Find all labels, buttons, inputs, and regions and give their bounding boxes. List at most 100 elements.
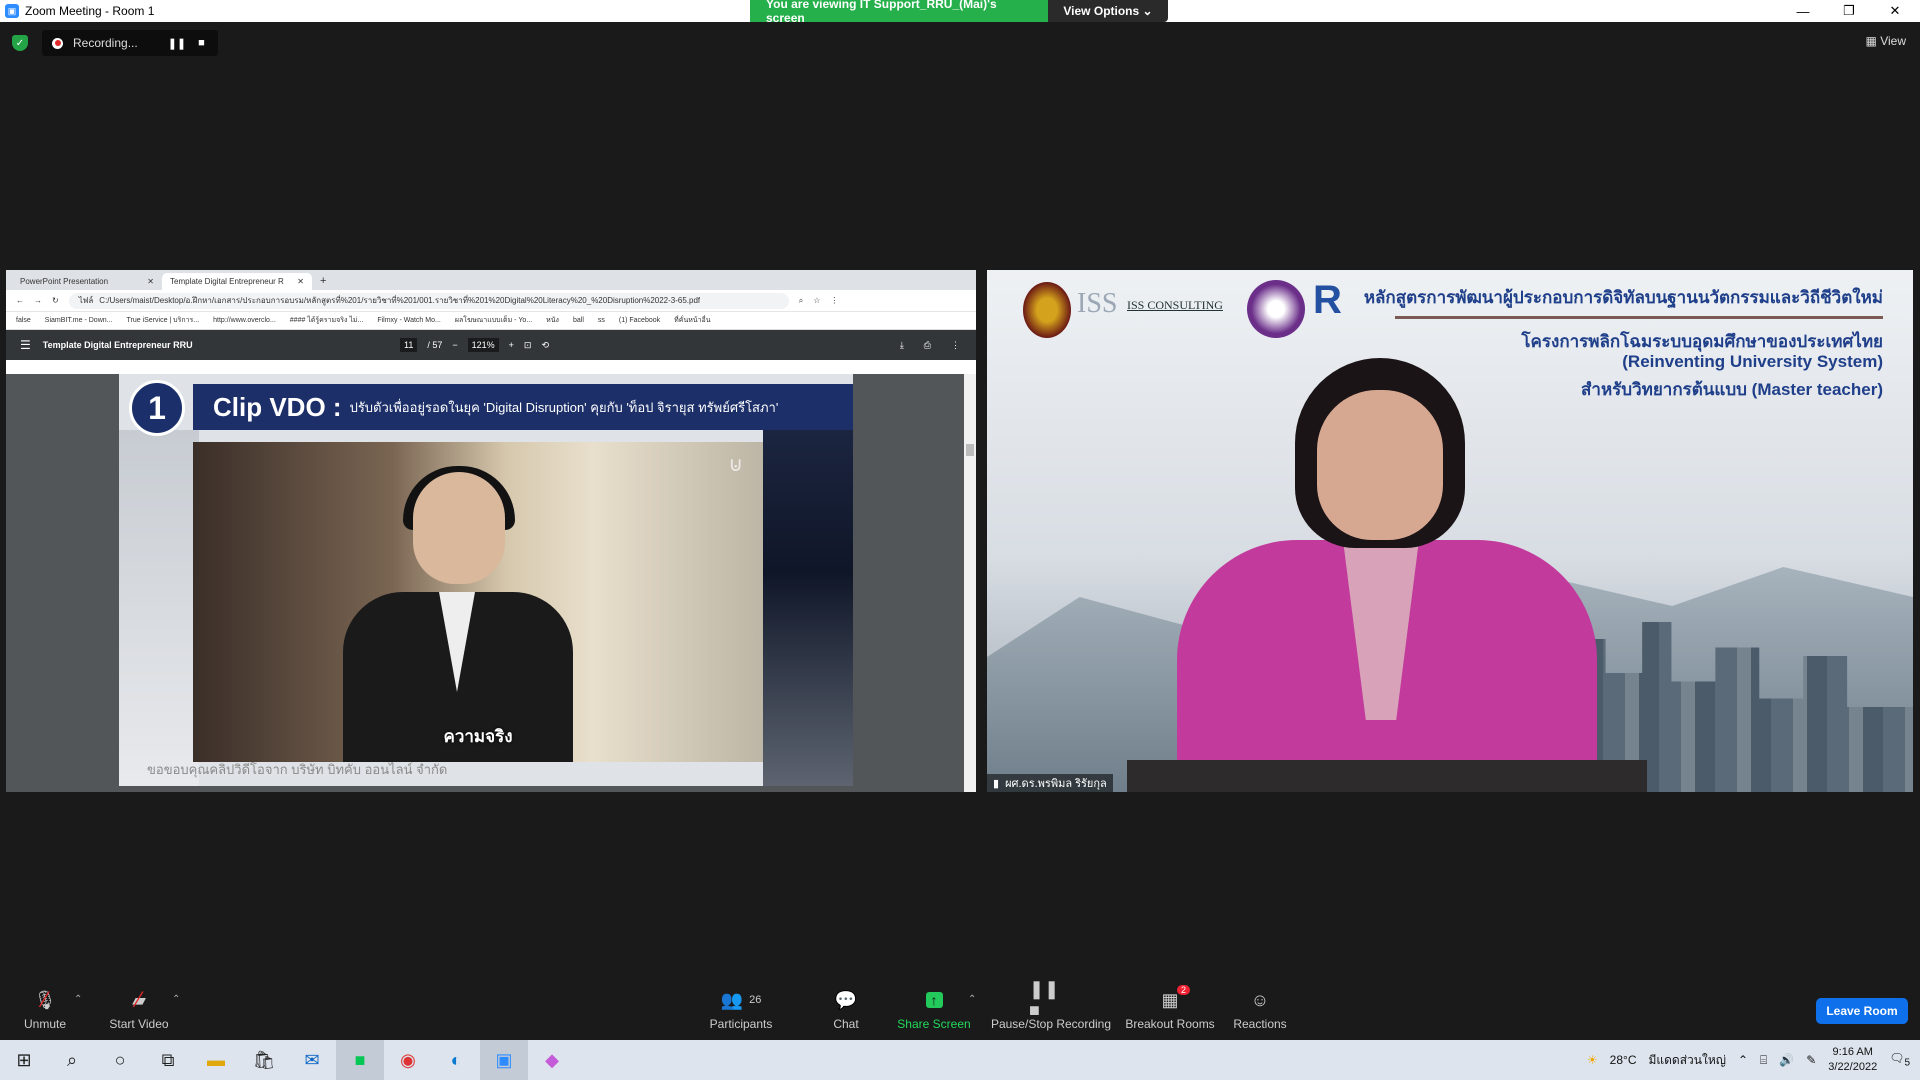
bookmark-item[interactable]: Filmxy - Watch Mo...: [377, 317, 441, 324]
bookmark-item[interactable]: false: [16, 317, 31, 324]
bookmark-item[interactable]: ผลโฆษณาแบบเต็ม - Yo...: [455, 315, 532, 326]
view-button[interactable]: ▦ View: [1866, 34, 1906, 48]
close-icon[interactable]: ✕: [297, 277, 304, 286]
view-options-button[interactable]: View Options ⌄: [1048, 0, 1168, 22]
embedded-video[interactable]: ⊍ ความจริง: [193, 442, 763, 762]
forward-icon[interactable]: →: [34, 296, 42, 305]
bookmark-item[interactable]: ที่คั่นหน้าอื่น: [674, 315, 710, 326]
banner-divider: [1395, 316, 1883, 319]
mail-icon[interactable]: ✉: [288, 1040, 336, 1080]
zoom-out-icon[interactable]: −: [452, 340, 457, 350]
volume-icon[interactable]: 🔊: [1779, 1053, 1794, 1067]
speaker-video[interactable]: ISS ISS CONSULTING R หลักสูตรการพัฒนาผู้…: [987, 270, 1913, 792]
breakout-rooms-button[interactable]: ▦ 2 Breakout Rooms: [1124, 980, 1216, 1040]
reactions-button[interactable]: ☺ Reactions: [1232, 980, 1288, 1040]
rotate-icon[interactable]: ⟲: [541, 340, 549, 351]
minimize-button[interactable]: —: [1780, 0, 1826, 22]
task-view-icon[interactable]: ⧉: [144, 1040, 192, 1080]
zoom-taskbar-icon[interactable]: ▣: [480, 1040, 528, 1080]
unmute-button[interactable]: 🎙 ⁄ Unmute: [20, 980, 70, 1040]
pdf-scrollbar[interactable]: [964, 374, 976, 792]
print-icon[interactable]: ⎙: [924, 340, 931, 351]
cortana-icon[interactable]: ○: [96, 1040, 144, 1080]
edge-icon[interactable]: ◐: [432, 1040, 480, 1080]
bookmark-item[interactable]: ball: [573, 317, 584, 324]
participant-name: ผศ.ดร.พรพิมล ริรัยกุล: [1005, 778, 1107, 790]
speaker-face: [1317, 390, 1443, 540]
back-icon[interactable]: ←: [16, 296, 24, 305]
recording-indicator: Recording... ❚❚ ■: [42, 30, 218, 56]
pause-recording-icon[interactable]: ❚❚: [168, 37, 186, 50]
network-icon[interactable]: ⌸: [1760, 1053, 1767, 1068]
microphone-muted-icon: 🎙 ⁄: [33, 987, 57, 1012]
banner-heading-3: (Reinventing University System): [1622, 352, 1883, 371]
iss-consulting-text: ISS CONSULTING: [1127, 298, 1223, 312]
page-number-input[interactable]: 11: [400, 338, 418, 352]
hamburger-menu-icon[interactable]: ☰: [20, 338, 31, 352]
participants-button[interactable]: 👥 26 Participants: [708, 980, 774, 1040]
close-icon[interactable]: ✕: [147, 277, 154, 286]
browser-tab-active[interactable]: Template Digital Entrepreneur R ✕: [162, 273, 312, 290]
fit-page-icon[interactable]: ⊡: [524, 340, 532, 351]
pen-icon[interactable]: ✎: [1806, 1053, 1816, 1067]
start-video-button[interactable]: ▰ ⁄ Start Video: [104, 980, 174, 1040]
share-options-caret-icon[interactable]: ⌃: [968, 994, 976, 1005]
security-shield-icon[interactable]: ✓: [12, 35, 28, 51]
chat-button[interactable]: 💬 Chat: [828, 980, 864, 1040]
reload-icon[interactable]: ↻: [52, 296, 59, 305]
chrome-icon[interactable]: ◉: [384, 1040, 432, 1080]
clock-time: 9:16 AM: [1832, 1046, 1873, 1058]
more-icon[interactable]: ⋮: [951, 340, 960, 351]
window-title: Zoom Meeting - Room 1: [25, 4, 155, 18]
meeting-controls: 🎙 ⁄ Unmute ⌃ ▰ ⁄ Start Video ⌃ 👥 26 Partici…: [0, 979, 1920, 1040]
star-icon[interactable]: ☆: [813, 296, 820, 305]
pause-stop-recording-button[interactable]: ❚❚ ■ Pause/Stop Recording: [990, 979, 1112, 1040]
pdf-doc-title: Template Digital Entrepreneur RRU: [42, 340, 193, 350]
share-screen-button[interactable]: ↑ Share Screen: [896, 980, 972, 1040]
institute-seal-logo: [1247, 280, 1305, 338]
bookmark-item[interactable]: หนัง: [546, 315, 559, 326]
file-explorer-icon[interactable]: ▬: [192, 1040, 240, 1080]
participants-count: 26: [749, 994, 762, 1006]
participant-name-tag: ▮ ผศ.ดร.พรพิมล ริรัยกุล: [987, 774, 1113, 792]
paint-app-icon[interactable]: ◆: [528, 1040, 576, 1080]
zoom-level-input[interactable]: 121%: [467, 338, 499, 352]
url-prefix: ไฟล์: [78, 296, 94, 305]
view-label: View: [1880, 34, 1906, 48]
menu-icon[interactable]: ⋮: [830, 296, 838, 305]
start-windows-icon[interactable]: ⊞: [0, 1040, 48, 1080]
bookmark-item[interactable]: True iService | บริการ...: [126, 315, 199, 326]
unmute-label: Unmute: [23, 1017, 67, 1031]
store-icon[interactable]: 🛍: [240, 1040, 288, 1080]
leave-room-button[interactable]: Leave Room: [1816, 998, 1908, 1024]
participants-label: Participants: [709, 1017, 773, 1031]
share-screen-label: Share Screen: [897, 1017, 971, 1031]
bookmark-item[interactable]: ss: [598, 317, 605, 324]
clock[interactable]: 9:16 AM 3/22/2022: [1828, 1045, 1877, 1075]
audio-options-caret-icon[interactable]: ⌃: [74, 994, 82, 1005]
notifications-icon[interactable]: 🗨5: [1889, 1051, 1910, 1068]
scrollbar-thumb[interactable]: [966, 444, 974, 456]
slide-number-badge: 1: [129, 380, 185, 436]
watermark-icon: ⊍: [728, 454, 743, 476]
tray-expand-icon[interactable]: ⌃: [1738, 1053, 1748, 1067]
weather-text: มีแดดส่วนใหญ่: [1648, 1052, 1726, 1067]
line-app-icon[interactable]: ■: [336, 1040, 384, 1080]
share-banner: You are viewing IT Support_RRU_(Mai)'s s…: [750, 0, 1048, 25]
search-icon[interactable]: ⌕: [48, 1040, 96, 1080]
start-video-label: Start Video: [109, 1017, 169, 1031]
bookmark-item[interactable]: #### ได้รู้ครามจริง ไม่...: [290, 315, 364, 326]
zoom-icon[interactable]: ⌕: [799, 296, 803, 306]
restore-button[interactable]: ❐: [1826, 0, 1872, 22]
download-icon[interactable]: ⤓: [900, 340, 904, 351]
browser-tab[interactable]: PowerPoint Presentation ✕: [12, 273, 162, 290]
bookmark-item[interactable]: SiamBIT.me - Down...: [45, 317, 113, 324]
new-tab-icon[interactable]: +: [320, 275, 326, 287]
video-options-caret-icon[interactable]: ⌃: [172, 994, 180, 1005]
url-field[interactable]: ไฟล์ C:/Users/maist/Desktop/อ.ฝึกหา/เอกสา…: [68, 292, 789, 309]
stop-recording-icon[interactable]: ■: [198, 37, 205, 49]
bookmark-item[interactable]: http://www.overclo...: [213, 317, 276, 324]
bookmark-item[interactable]: (1) Facebook: [619, 317, 660, 324]
zoom-in-icon[interactable]: +: [509, 340, 514, 350]
close-button[interactable]: ✕: [1872, 0, 1918, 22]
